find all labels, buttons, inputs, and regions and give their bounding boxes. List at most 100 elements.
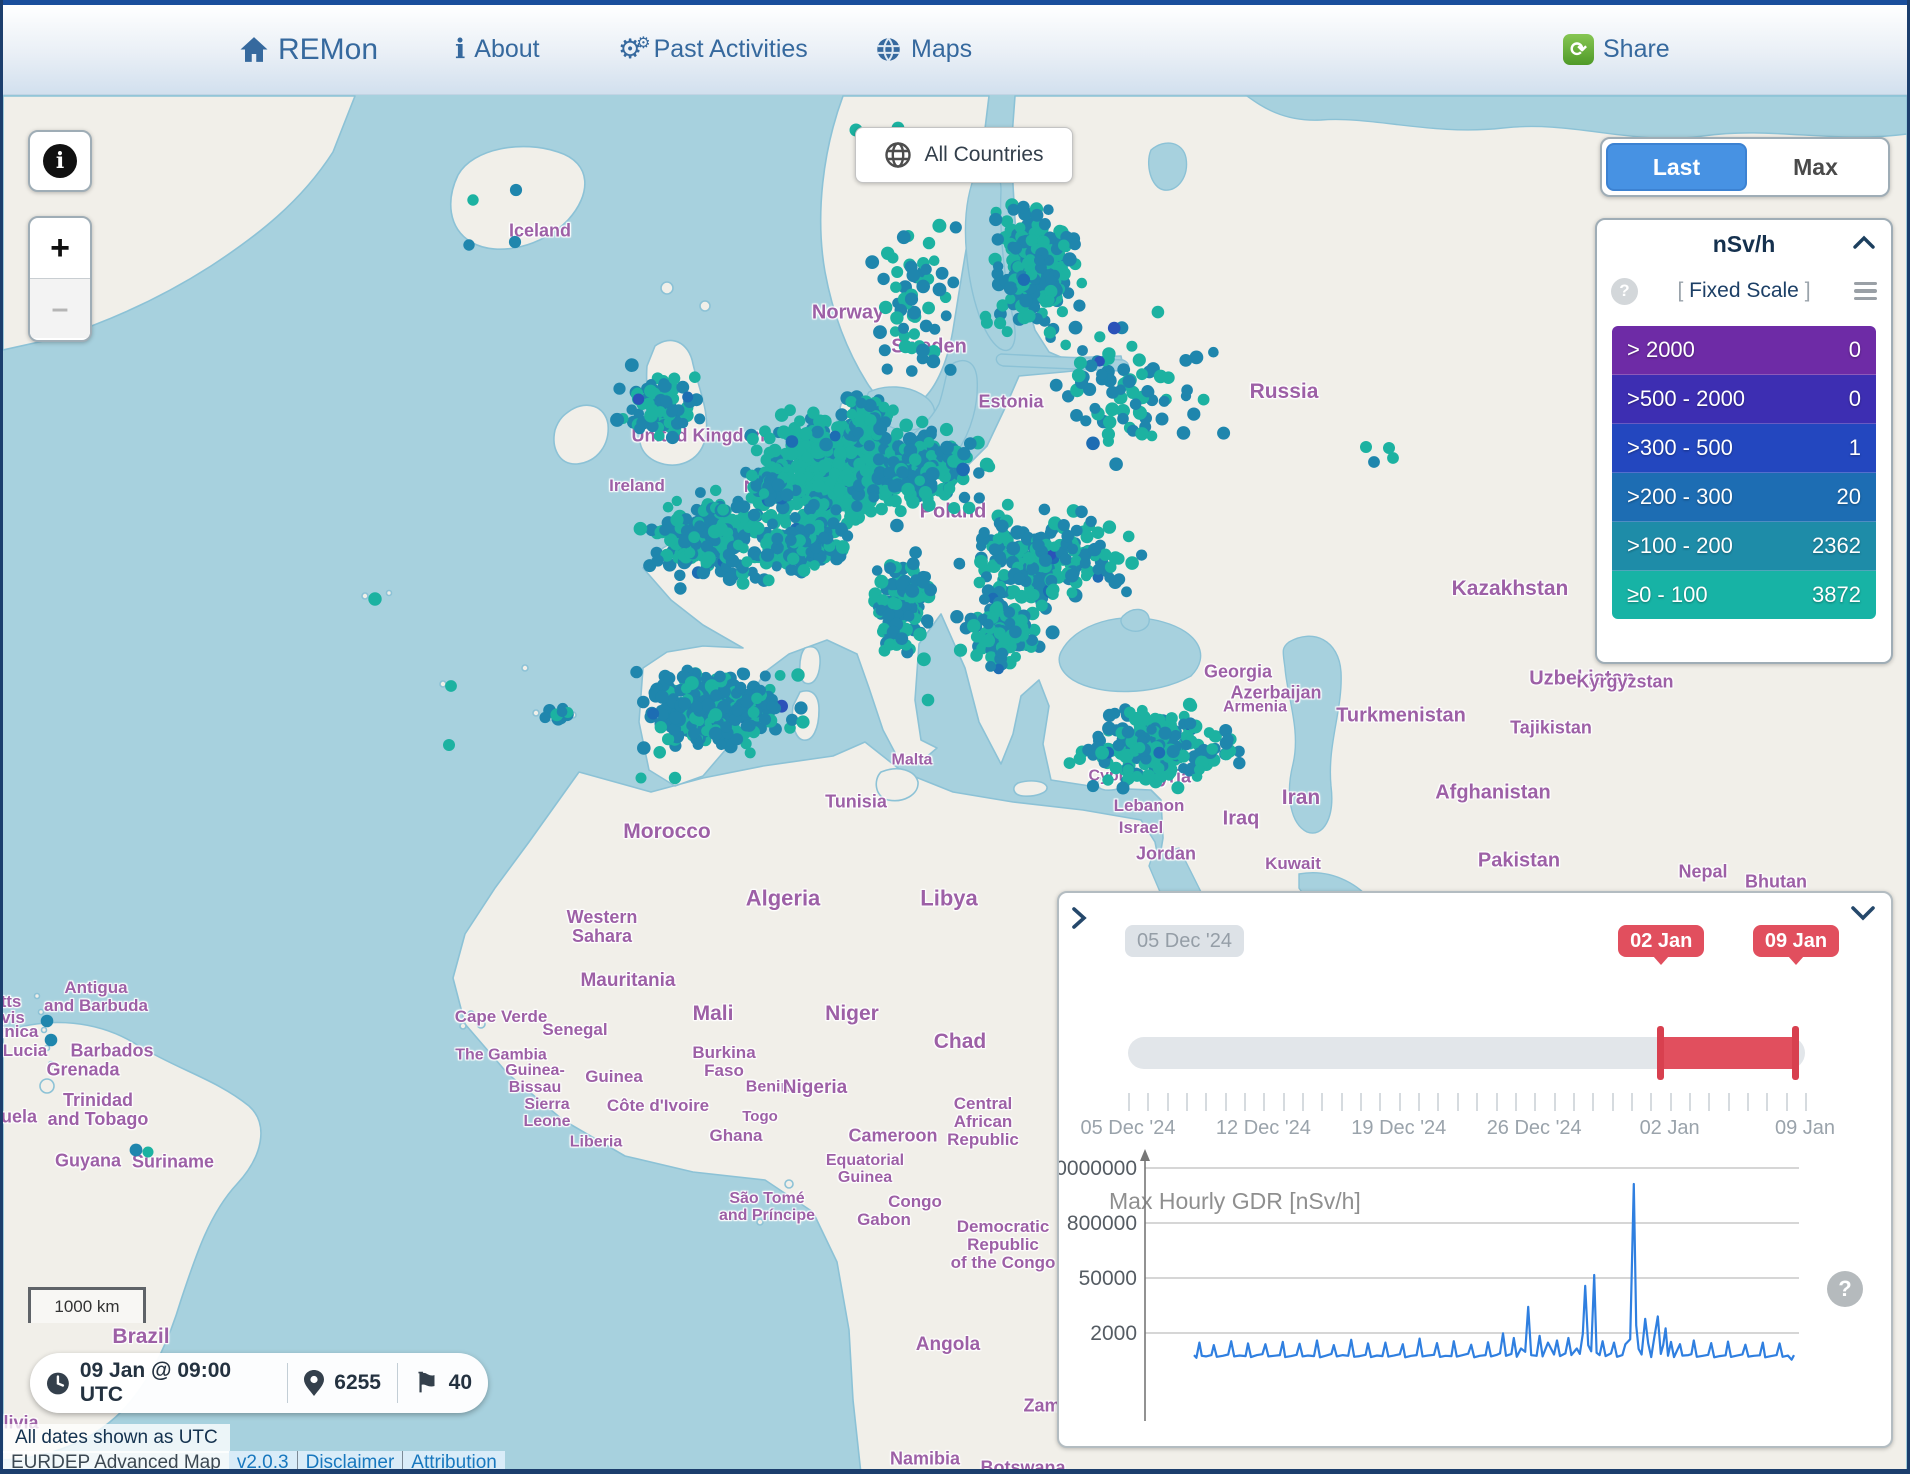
station-dot[interactable]: [746, 470, 758, 482]
station-dot[interactable]: [510, 184, 522, 196]
station-dot[interactable]: [959, 492, 970, 503]
station-dot[interactable]: [1067, 587, 1078, 598]
station-dot[interactable]: [932, 219, 946, 233]
station-dot[interactable]: [1010, 525, 1024, 539]
station-dot[interactable]: [879, 344, 891, 356]
station-dot[interactable]: [1088, 543, 1101, 556]
station-dot[interactable]: [702, 551, 716, 565]
station-dot[interactable]: [731, 501, 744, 514]
station-dot[interactable]: [811, 426, 824, 439]
station-dot[interactable]: [1141, 385, 1153, 397]
station-dot[interactable]: [1108, 575, 1122, 589]
station-dot[interactable]: [845, 396, 856, 407]
station-dot[interactable]: [790, 498, 803, 511]
station-dot[interactable]: [1125, 556, 1139, 570]
station-dot[interactable]: [775, 670, 786, 681]
station-dot[interactable]: [1044, 326, 1056, 338]
station-dot[interactable]: [917, 576, 930, 589]
station-dot[interactable]: [916, 344, 930, 358]
station-dot[interactable]: [1187, 408, 1200, 421]
station-dot[interactable]: [924, 437, 935, 448]
station-dot[interactable]: [716, 740, 727, 751]
station-dot[interactable]: [1065, 569, 1079, 583]
station-dot[interactable]: [1122, 726, 1135, 739]
station-dot[interactable]: [956, 463, 970, 477]
station-dot[interactable]: [1206, 743, 1218, 755]
station-dot[interactable]: [633, 394, 644, 405]
station-dot[interactable]: [723, 549, 735, 561]
station-dot[interactable]: [1177, 426, 1191, 440]
station-dot[interactable]: [896, 466, 909, 479]
station-dot[interactable]: [877, 273, 889, 285]
nav-past-activities[interactable]: ⚙⚙ Past Activities: [618, 5, 808, 94]
station-dot[interactable]: [1074, 356, 1087, 369]
station-dot[interactable]: [1063, 252, 1077, 266]
station-dot[interactable]: [913, 628, 926, 641]
station-dot[interactable]: [799, 427, 812, 440]
station-dot[interactable]: [865, 255, 879, 269]
station-dot[interactable]: [658, 709, 669, 720]
station-dot[interactable]: [732, 706, 743, 717]
station-dot[interactable]: [1005, 294, 1015, 304]
status-stations[interactable]: 6255: [288, 1365, 397, 1401]
station-dot[interactable]: [940, 441, 954, 455]
station-dot[interactable]: [997, 648, 1008, 659]
station-dot[interactable]: [807, 407, 819, 419]
station-dot[interactable]: [771, 533, 783, 545]
station-dot[interactable]: [1198, 394, 1210, 406]
nav-home[interactable]: REMon: [239, 5, 378, 94]
station-dot[interactable]: [637, 741, 651, 755]
station-dot[interactable]: [919, 486, 932, 499]
station-dot[interactable]: [887, 252, 898, 263]
station-dot[interactable]: [660, 395, 672, 407]
station-dot[interactable]: [891, 598, 903, 610]
station-dot[interactable]: [1105, 402, 1119, 416]
station-dot[interactable]: [1360, 441, 1372, 453]
station-dot[interactable]: [688, 727, 700, 739]
station-dot[interactable]: [915, 476, 926, 487]
station-dot[interactable]: [1123, 531, 1135, 543]
station-dot[interactable]: [929, 324, 940, 335]
station-dot[interactable]: [921, 264, 932, 275]
station-dot[interactable]: [787, 553, 799, 565]
station-dot[interactable]: [941, 310, 952, 321]
station-dot[interactable]: [1136, 368, 1148, 380]
station-dot[interactable]: [929, 255, 940, 266]
station-dot[interactable]: [1048, 584, 1060, 596]
station-dot[interactable]: [989, 213, 1002, 226]
station-dot[interactable]: [463, 239, 474, 250]
station-dot[interactable]: [1015, 222, 1026, 233]
station-dot[interactable]: [974, 492, 985, 503]
station-dot[interactable]: [1060, 340, 1071, 351]
station-dot[interactable]: [818, 532, 829, 543]
station-dot[interactable]: [143, 1147, 154, 1158]
station-dot[interactable]: [735, 682, 747, 694]
station-dot[interactable]: [1159, 396, 1170, 407]
station-dot[interactable]: [689, 371, 701, 383]
station-dot[interactable]: [967, 619, 981, 633]
station-dot[interactable]: [130, 1144, 143, 1157]
station-dot[interactable]: [875, 503, 888, 516]
legend-row[interactable]: > 20000: [1612, 326, 1876, 375]
chart-help-icon[interactable]: ?: [1827, 1271, 1863, 1307]
station-dot[interactable]: [678, 697, 691, 710]
station-dot[interactable]: [926, 467, 940, 481]
station-dot[interactable]: [1102, 428, 1115, 441]
station-dot[interactable]: [872, 565, 883, 576]
station-dot[interactable]: [1090, 403, 1101, 414]
station-dot[interactable]: [1075, 506, 1088, 519]
station-dot[interactable]: [926, 355, 940, 369]
station-dot[interactable]: [879, 402, 890, 413]
station-dot[interactable]: [943, 483, 955, 495]
station-dot[interactable]: [613, 383, 625, 395]
station-dot[interactable]: [998, 633, 1010, 645]
station-dot[interactable]: [1094, 331, 1105, 342]
station-dot[interactable]: [634, 522, 648, 536]
station-dot[interactable]: [1204, 727, 1215, 738]
station-dot[interactable]: [1152, 306, 1165, 319]
station-dot[interactable]: [445, 680, 457, 692]
station-dot[interactable]: [772, 478, 785, 491]
station-dot[interactable]: [1117, 363, 1130, 376]
station-dot[interactable]: [992, 233, 1004, 245]
station-dot[interactable]: [695, 487, 706, 498]
